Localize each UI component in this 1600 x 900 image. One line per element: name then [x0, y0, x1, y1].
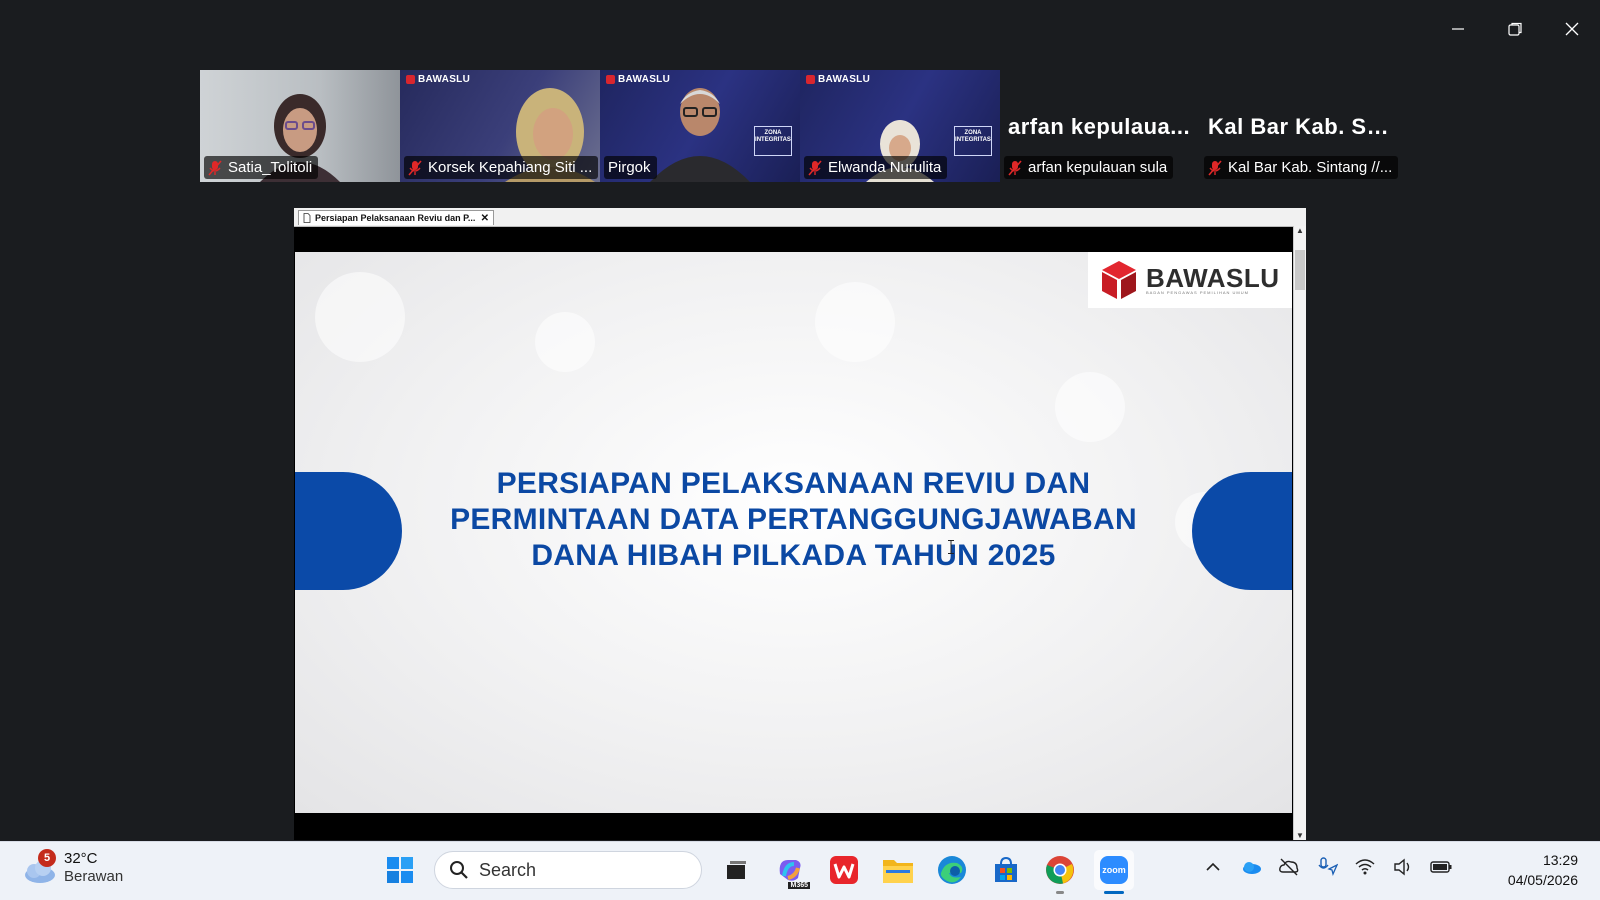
scrollbar-thumb[interactable] [1295, 250, 1305, 290]
scroll-down-icon[interactable]: ▼ [1294, 831, 1306, 840]
mic-muted-icon [208, 159, 222, 176]
document-icon [303, 213, 311, 223]
clock-time: 13:29 [1542, 852, 1578, 868]
taskbar-apps: Search M365 zoom [380, 850, 1134, 894]
file-explorer-icon [883, 860, 913, 883]
participant-tile-arfan[interactable]: arfan kepulaua... arfan kepulauan sula [1000, 70, 1200, 182]
m365-label: M365 [788, 882, 810, 889]
chrome-app[interactable] [1040, 850, 1080, 894]
participant-name: Elwanda Nurulita [828, 159, 942, 176]
microsoft-store-icon [995, 856, 1017, 882]
restore-icon [1507, 22, 1522, 36]
weather-condition: Berawan [64, 868, 124, 885]
windows-start-icon [387, 857, 413, 883]
edge-app[interactable] [932, 850, 972, 890]
cloud-weather-icon: 5 [20, 849, 58, 885]
bawaslu-logo-text: BAWASLU [1146, 262, 1280, 293]
edge-icon [938, 856, 966, 884]
weather-widget[interactable]: 5 32°C Berawan [20, 849, 124, 886]
search-placeholder: Search [479, 859, 537, 880]
close-icon [1565, 22, 1578, 36]
file-explorer-app[interactable] [878, 850, 918, 890]
participant-nameplate: Satia_Tolitoli [204, 156, 319, 179]
battery-icon[interactable] [1430, 856, 1452, 878]
zoom-label: zoom [1102, 865, 1126, 875]
slide-title-line: PERMINTAAN DATA PERTANGGUNGJAWABAN [450, 503, 1137, 536]
wps-office-icon [830, 856, 858, 884]
presentation-slide: BAWASLU BADAN PENGAWAS PEMILIHAN UMUM PE… [295, 252, 1292, 813]
vertical-scrollbar[interactable]: ▲ ▼ [1293, 226, 1306, 840]
close-button[interactable] [1543, 0, 1600, 58]
participant-nameplate: Kal Bar Kab. Sintang //... [1204, 156, 1399, 179]
slide-title-line: PERSIAPAN PELAKSANAAN REVIU DAN [496, 467, 1091, 500]
mic-muted-icon [1008, 159, 1022, 176]
microphone-location-icon[interactable] [1316, 856, 1338, 878]
participant-nameplate: Pirgok [604, 156, 657, 179]
system-tray [1202, 856, 1452, 878]
participant-nameplate: arfan kepulauan sula [1004, 156, 1174, 179]
slide-title-line: DANA HIBAH PILKADA TAHUN 2025 [531, 539, 1056, 572]
document-tab-title: Persiapan Pelaksanaan Reviu dan P... [315, 213, 476, 223]
participant-name: arfan kepulauan sula [1028, 159, 1168, 176]
participant-name: Pirgok [608, 159, 651, 176]
weather-temperature: 32°C [64, 850, 98, 867]
clock-date: 04/05/2026 [1507, 872, 1578, 888]
participant-tile-pirgok[interactable]: BAWASLU ZONA INTEGRITAS Pirgok [600, 70, 800, 182]
close-tab-icon[interactable]: ✕ [481, 213, 489, 224]
participant-tile-elwanda[interactable]: BAWASLU ZONA INTEGRITAS Elwanda Nurulita [800, 70, 1000, 182]
zoom-app[interactable]: zoom [1094, 850, 1134, 894]
taskbar: 5 32°C Berawan Search M365 zoom 13:29 04… [0, 841, 1600, 900]
scroll-up-icon[interactable]: ▲ [1294, 226, 1306, 235]
participant-tile-korsek[interactable]: BAWASLU Korsek Kepahiang Siti ... [400, 70, 600, 182]
bawaslu-emblem-icon [1102, 261, 1136, 299]
weather-badge: 5 [38, 849, 56, 867]
participant-name: Kal Bar Kab. Sintang //... [1228, 159, 1393, 176]
bawaslu-watermark: BAWASLU [806, 74, 870, 85]
onedrive-icon[interactable] [1240, 856, 1262, 878]
text-cursor-icon [948, 540, 954, 554]
cloud-off-icon[interactable] [1278, 856, 1300, 878]
microsoft-store-app[interactable] [986, 850, 1026, 890]
wps-office-app[interactable] [824, 850, 864, 890]
mic-muted-icon [808, 159, 822, 176]
zona-integritas-banner: ZONA INTEGRITAS [754, 126, 792, 156]
slide-title: PERSIAPAN PELAKSANAAN REVIU DAN PERMINTA… [425, 466, 1162, 574]
task-view-button[interactable] [716, 850, 756, 890]
mic-muted-icon [1208, 159, 1222, 176]
zona-integritas-banner: ZONA INTEGRITAS [954, 126, 992, 156]
document-tab-bar: Persiapan Pelaksanaan Reviu dan P... ✕ [294, 208, 1306, 227]
search-icon [450, 861, 468, 879]
start-button[interactable] [380, 850, 420, 890]
window-controls [1429, 0, 1600, 58]
decorative-pill-left [295, 472, 402, 590]
bawaslu-watermark: BAWASLU [406, 74, 470, 85]
participant-name: Satia_Tolitoli [228, 159, 313, 176]
wifi-icon[interactable] [1354, 856, 1376, 878]
participant-video [650, 88, 750, 182]
participant-title: arfan kepulaua... [1008, 114, 1191, 139]
volume-icon[interactable] [1392, 856, 1414, 878]
task-view-icon [727, 861, 746, 879]
decorative-pill-right [1192, 472, 1292, 590]
participant-tile-satia[interactable]: Satia_Tolitoli [200, 70, 400, 182]
taskbar-search[interactable]: Search [434, 851, 702, 889]
shared-screen: Persiapan Pelaksanaan Reviu dan P... ✕ ▲… [294, 208, 1306, 840]
m365-copilot-app[interactable]: M365 [770, 850, 810, 890]
chrome-icon [1046, 856, 1074, 884]
restore-button[interactable] [1486, 0, 1543, 58]
participant-name: Korsek Kepahiang Siti ... [428, 159, 593, 176]
participant-gallery: Satia_Tolitoli BAWASLU Korsek Kepahiang … [200, 70, 1400, 182]
minimize-button[interactable] [1429, 0, 1486, 58]
bawaslu-logo: BAWASLU BADAN PENGAWAS PEMILIHAN UMUM [1088, 252, 1292, 308]
participant-nameplate: Korsek Kepahiang Siti ... [404, 156, 599, 179]
participant-title: Kal Bar Kab. Sin... [1208, 114, 1394, 139]
document-tab[interactable]: Persiapan Pelaksanaan Reviu dan P... ✕ [298, 210, 494, 225]
chevron-up-icon[interactable] [1202, 856, 1224, 878]
participant-nameplate: Elwanda Nurulita [804, 156, 948, 179]
participant-tile-kalbar[interactable]: Kal Bar Kab. Sin... Kal Bar Kab. Sintang… [1200, 70, 1400, 182]
minimize-icon [1451, 28, 1464, 30]
system-clock[interactable]: 13:29 04/05/2026 [1508, 850, 1578, 890]
mic-muted-icon [408, 159, 422, 176]
